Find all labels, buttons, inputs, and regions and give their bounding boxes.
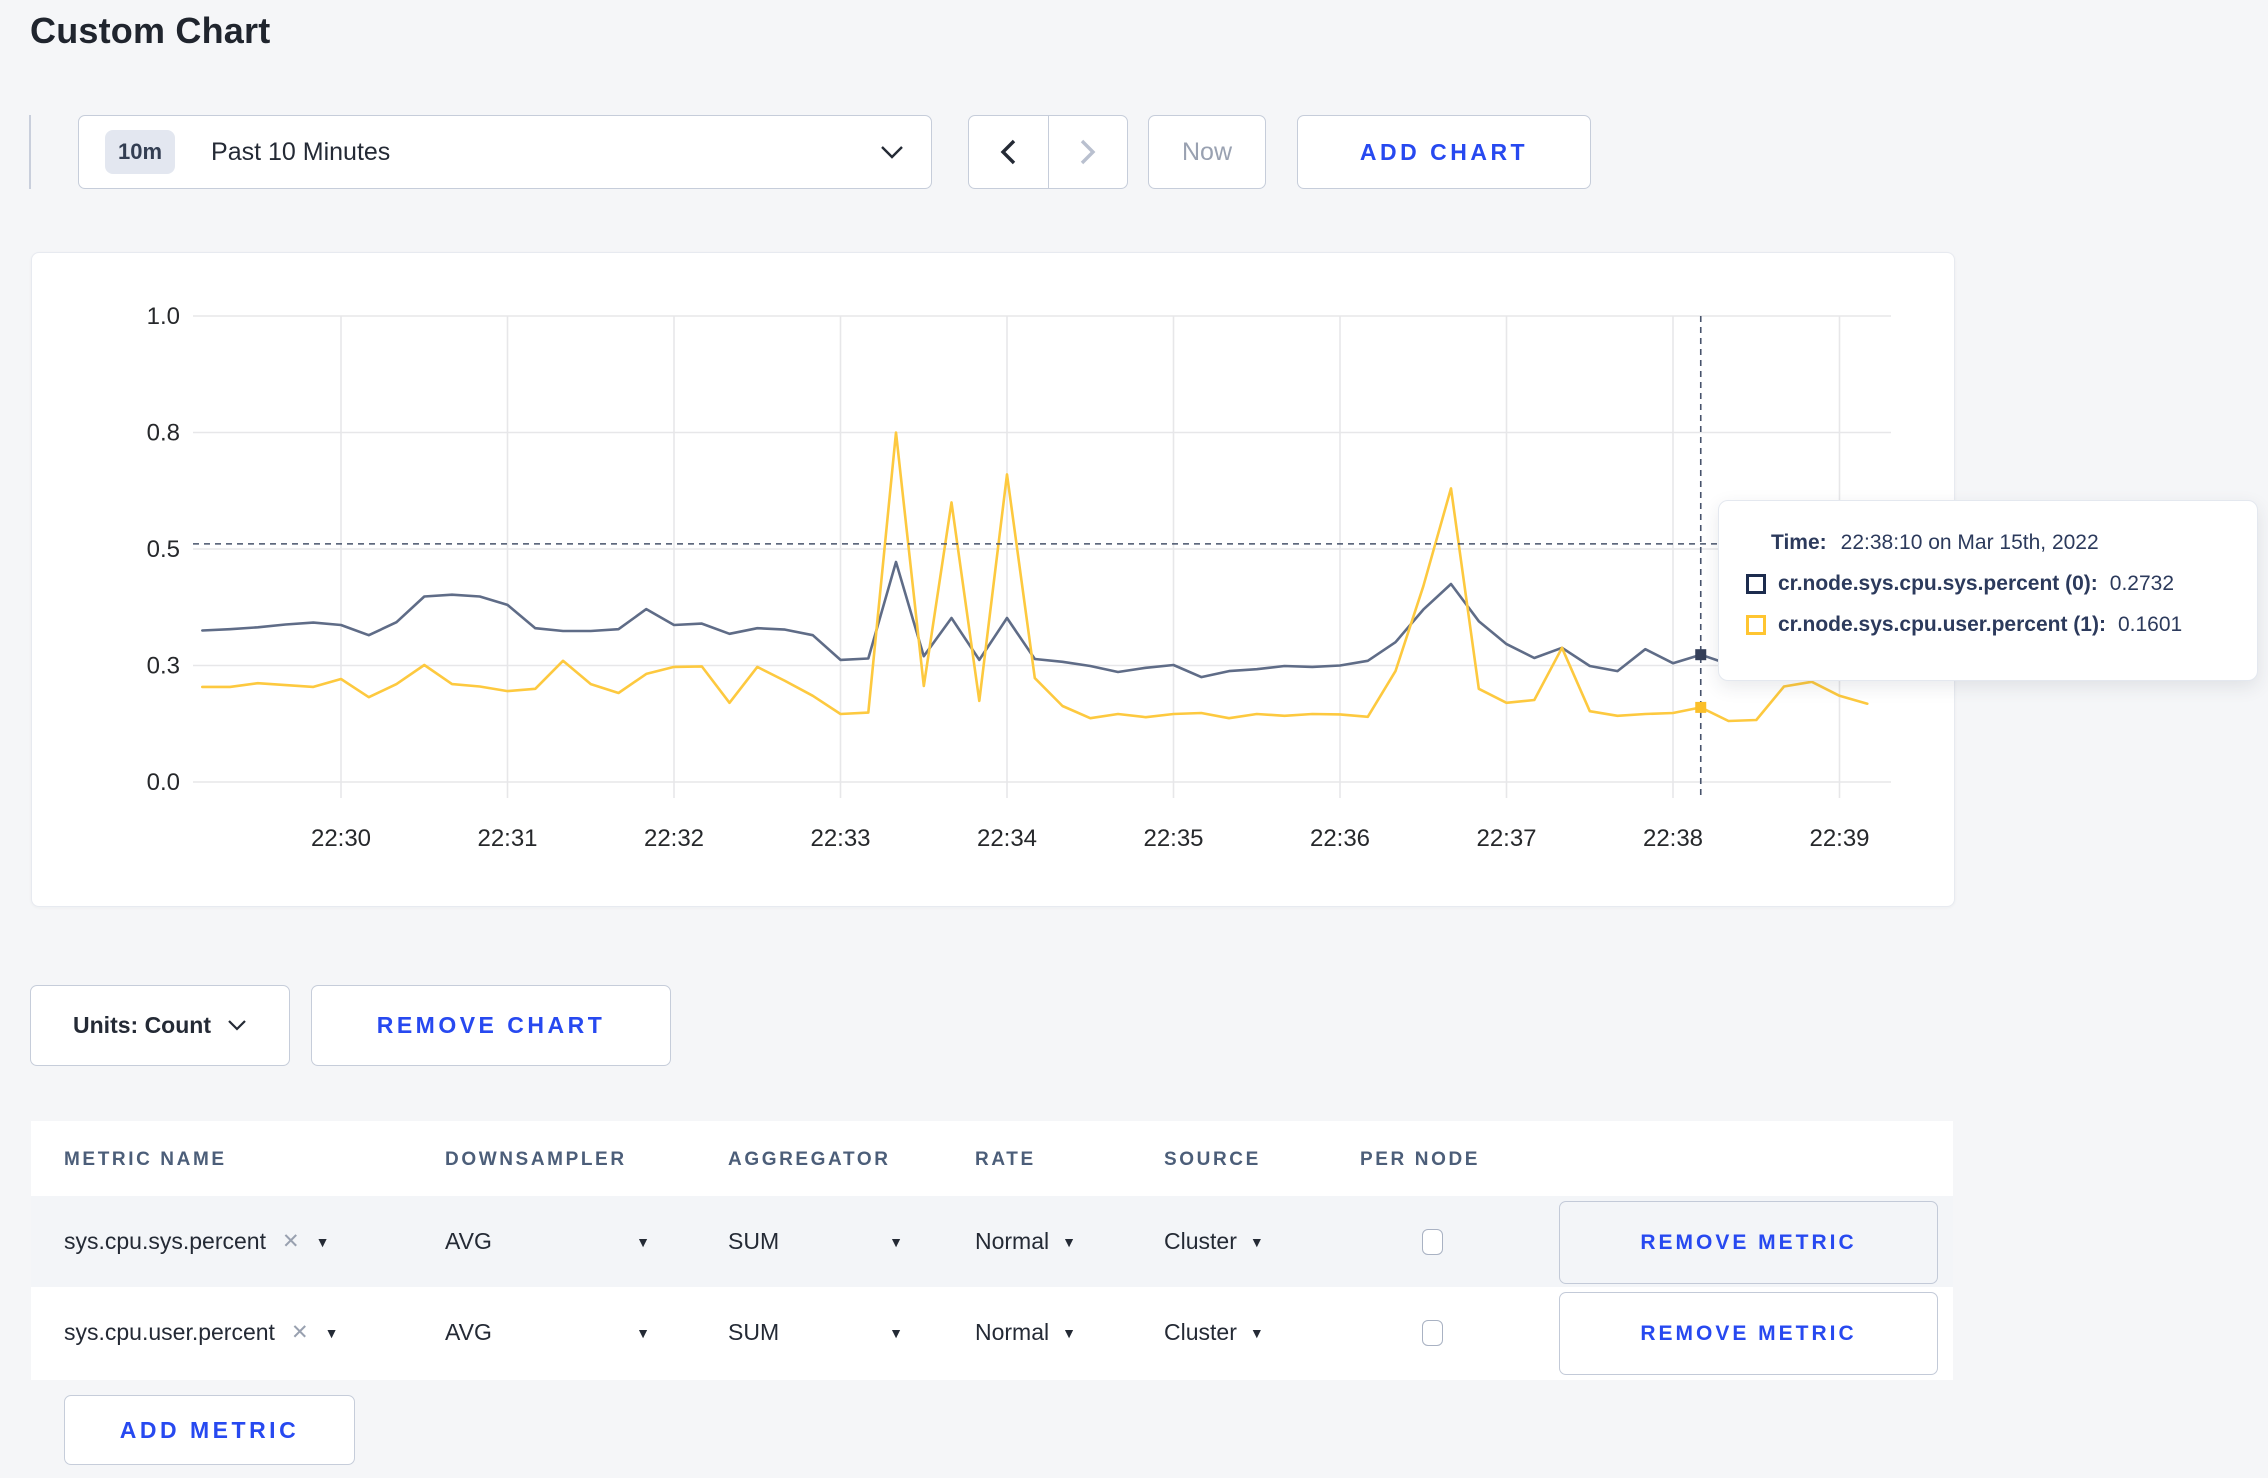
hover-marker [1695, 701, 1707, 713]
y-axis-tick-label: 0.5 [147, 536, 180, 563]
y-axis-tick-label: 0.3 [147, 653, 180, 680]
downsampler-select[interactable]: AVG ▼ [445, 1287, 650, 1378]
page-title: Custom Chart [30, 10, 271, 51]
x-axis-tick-label: 22:38 [1643, 825, 1703, 852]
per-node-checkbox[interactable] [1422, 1228, 1443, 1255]
cell-value: Normal [975, 1228, 1050, 1254]
column-header: RATE [975, 1149, 1036, 1170]
metrics-table: METRIC NAME DOWNSAMPLER AGGREGATOR RATE SOUR… [31, 1121, 1953, 1380]
clear-metric-icon[interactable]: ✕ [291, 1320, 309, 1345]
per-node-cell [1422, 1287, 1443, 1378]
metric-name-select[interactable]: sys.cpu.user.percent ✕ ▼ [64, 1287, 338, 1378]
chart-plot[interactable]: 0.0 0.3 0.5 0.8 1.0 22:30 22:31 22:32 22:33 22:34… [32, 253, 1954, 906]
tooltip-series-value: 0.1601 [2117, 613, 2183, 636]
tooltip-series-name: cr.node.sys.cpu.sys.percent (0): [1778, 572, 2098, 595]
dropdown-caret-icon[interactable]: ▼ [325, 1325, 339, 1341]
remove-metric-button[interactable]: REMOVE METRIC [1559, 1201, 1938, 1284]
column-header: DOWNSAMPLER [445, 1149, 627, 1170]
downsampler-select[interactable]: AVG ▼ [445, 1196, 650, 1287]
x-axis-tick-label: 22:32 [644, 825, 704, 852]
source-select[interactable]: Cluster ▼ [1164, 1287, 1264, 1378]
time-range-badge: 10m [105, 130, 176, 174]
dropdown-caret-icon[interactable]: ▼ [889, 1234, 903, 1250]
units-label: Units: Count [73, 1012, 211, 1038]
per-node-cell [1422, 1196, 1443, 1287]
units-select[interactable]: Units: Count [30, 985, 290, 1066]
dropdown-caret-icon[interactable]: ▼ [636, 1325, 650, 1341]
time-nav-arrows [968, 115, 1128, 189]
next-time-button[interactable] [1047, 116, 1128, 188]
x-axis-tick-label: 22:35 [1143, 825, 1203, 852]
x-axis-tick-label: 22:34 [977, 825, 1037, 852]
dropdown-caret-icon[interactable]: ▼ [1250, 1325, 1264, 1341]
cell-value: Cluster [1164, 1228, 1237, 1254]
chevron-down-icon [879, 144, 905, 160]
clear-metric-icon[interactable]: ✕ [282, 1229, 300, 1254]
column-header: AGGREGATOR [728, 1149, 891, 1170]
dropdown-caret-icon[interactable]: ▼ [1062, 1325, 1076, 1341]
tooltip-series-value: 0.2732 [2109, 572, 2175, 595]
per-node-checkbox[interactable] [1422, 1319, 1443, 1346]
column-header: PER NODE [1360, 1149, 1481, 1170]
column-header: METRIC NAME [64, 1149, 227, 1170]
dropdown-caret-icon[interactable]: ▼ [1062, 1234, 1076, 1250]
series-line [201, 560, 1869, 679]
remove-metric-button[interactable]: REMOVE METRIC [1559, 1292, 1938, 1375]
x-axis-tick-label: 22:39 [1809, 825, 1869, 852]
metric-row: sys.cpu.user.percent ✕ ▼ AVG ▼ SUM ▼ Normal ▼ Clu… [31, 1287, 1953, 1378]
cell-value: SUM [728, 1228, 780, 1254]
add-metric-button[interactable]: ADD METRIC [64, 1395, 355, 1465]
column-header: SOURCE [1164, 1149, 1261, 1170]
chart-card[interactable]: 0.0 0.3 0.5 0.8 1.0 22:30 22:31 22:32 22:33 22:34… [31, 252, 1955, 907]
tooltip-series-row: cr.node.sys.cpu.user.percent (1): 0.1601 [1746, 613, 2237, 637]
x-axis-tick-label: 22:36 [1310, 825, 1370, 852]
dropdown-caret-icon[interactable]: ▼ [636, 1234, 650, 1250]
y-axis-tick-label: 0.0 [147, 769, 180, 796]
aggregator-select[interactable]: SUM ▼ [728, 1287, 903, 1378]
dropdown-caret-icon[interactable]: ▼ [1250, 1234, 1264, 1250]
remove-chart-button[interactable]: REMOVE CHART [311, 985, 671, 1066]
series-line [201, 431, 1869, 723]
x-axis-tick-label: 22:37 [1476, 825, 1536, 852]
cell-value: AVG [445, 1228, 492, 1254]
time-range-select[interactable]: 10m Past 10 Minutes [78, 115, 932, 189]
prev-time-button[interactable] [969, 116, 1048, 188]
dropdown-caret-icon[interactable]: ▼ [316, 1234, 330, 1250]
source-select[interactable]: Cluster ▼ [1164, 1196, 1264, 1287]
tooltip-series-name: cr.node.sys.cpu.user.percent (1): [1778, 613, 2106, 636]
rate-select[interactable]: Normal ▼ [975, 1287, 1076, 1378]
tooltip-time-label: Time: [1771, 531, 1827, 554]
tooltip-time-value: 22:38:10 on Mar 15th, 2022 [1840, 531, 2099, 554]
sys-series-swatch-icon [1746, 574, 1766, 594]
cell-value: Normal [975, 1319, 1050, 1345]
metric-name-select[interactable]: sys.cpu.sys.percent ✕ ▼ [64, 1196, 329, 1287]
hover-marker [1695, 649, 1707, 661]
metric-row: sys.cpu.sys.percent ✕ ▼ AVG ▼ SUM ▼ Normal ▼ Clus… [31, 1196, 1953, 1287]
y-axis-tick-label: 1.0 [147, 303, 180, 330]
chevron-down-icon [228, 1020, 246, 1031]
aggregator-select[interactable]: SUM ▼ [728, 1196, 903, 1287]
time-range-label: Past 10 Minutes [211, 137, 391, 166]
dropdown-caret-icon[interactable]: ▼ [889, 1325, 903, 1341]
rate-select[interactable]: Normal ▼ [975, 1196, 1076, 1287]
x-axis-tick-label: 22:30 [311, 825, 371, 852]
chart-tooltip: Time: 22:38:10 on Mar 15th, 2022 cr.node… [1718, 500, 2258, 681]
user-series-swatch-icon [1746, 615, 1766, 635]
cell-value: AVG [445, 1319, 492, 1345]
now-button[interactable]: Now [1148, 115, 1266, 189]
add-chart-button[interactable]: ADD CHART [1297, 115, 1591, 189]
cell-value: sys.cpu.sys.percent [64, 1228, 266, 1254]
y-axis-tick-label: 0.8 [147, 420, 180, 447]
toolbar-divider [29, 115, 31, 189]
cell-value: SUM [728, 1319, 780, 1345]
x-axis-tick-label: 22:33 [810, 825, 870, 852]
tooltip-series-row: cr.node.sys.cpu.sys.percent (0): 0.2732 [1746, 572, 2237, 596]
cell-value: sys.cpu.user.percent [64, 1319, 275, 1345]
x-axis-tick-label: 22:31 [477, 825, 537, 852]
cell-value: Cluster [1164, 1319, 1237, 1345]
